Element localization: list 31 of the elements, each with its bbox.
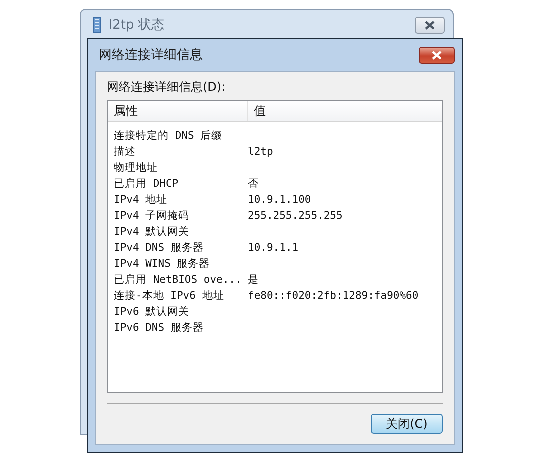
property-cell-text: 物理地址 <box>113 161 159 175</box>
list-label: 网络连接详细信息(D): <box>107 79 227 96</box>
value-cell-text: fe80::f020:2fb:1289:fa90%60 <box>248 290 420 302</box>
property-cell-text: 描述 <box>113 145 137 159</box>
property-cell-text: IPv4 WINS 服务器 <box>113 257 212 271</box>
property-cell-text: 连接特定的 DNS 后缀 <box>113 129 224 143</box>
window-title: l2tp 状态 <box>109 17 164 34</box>
property-cell-text: 已启用 NetBIOS ove... <box>113 273 243 287</box>
property-cell-text: IPv4 DNS 服务器 <box>113 241 205 255</box>
property-cell-text: 连接-本地 IPv6 地址 <box>113 289 226 303</box>
close-icon <box>432 50 442 60</box>
value-cell-text: 否 <box>248 177 260 191</box>
value-cell-text: l2tp <box>248 146 274 158</box>
value-cell-text: 255.255.255.255 <box>248 210 344 222</box>
close-button[interactable] <box>419 46 455 64</box>
column-header[interactable]: 属性 <box>108 101 248 121</box>
property-cell-text: IPv4 地址 <box>113 193 169 207</box>
property-cell-text: IPv6 默认网关 <box>113 305 191 319</box>
close-icon <box>425 20 435 30</box>
column-header[interactable]: 值 <box>248 101 442 121</box>
property-cell-text: IPv4 子网掩码 <box>113 209 191 223</box>
dialog-title: 网络连接详细信息 <box>99 47 203 64</box>
value-cell-text: 是 <box>248 273 260 287</box>
property-cell-text: IPv4 默认网关 <box>113 225 191 239</box>
close-button[interactable]: 关闭(C) <box>371 414 443 434</box>
property-cell-text: IPv6 DNS 服务器 <box>113 321 205 335</box>
network-icon <box>93 17 101 33</box>
property-cell-text: 已启用 DHCP <box>113 177 180 191</box>
value-cell-text: 10.9.1.1 <box>248 242 300 254</box>
close-button[interactable] <box>415 16 445 34</box>
value-cell-text: 10.9.1.100 <box>248 194 312 206</box>
